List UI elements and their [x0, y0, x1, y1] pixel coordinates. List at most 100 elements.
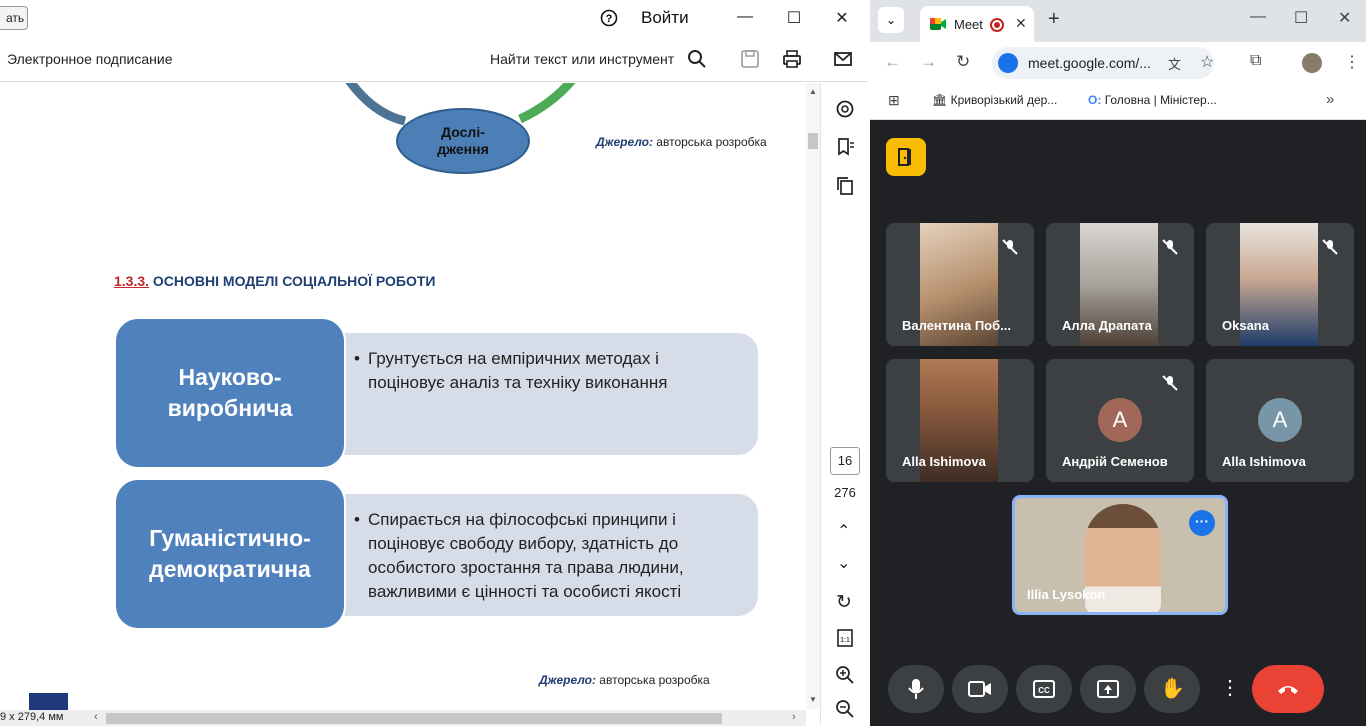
mail-icon[interactable]: [832, 48, 854, 70]
camera-button[interactable]: [952, 665, 1008, 713]
more-bookmarks-icon[interactable]: »: [1326, 91, 1334, 108]
source-caption-bottom: Джерело: авторська розробка: [539, 673, 710, 687]
profile-avatar[interactable]: [1302, 53, 1322, 73]
next-page-icon[interactable]: ⌄: [837, 553, 850, 573]
menu-icon[interactable]: ⋮: [1344, 52, 1360, 72]
tab-search-icon[interactable]: ⌄: [878, 7, 904, 33]
camera-icon: [968, 681, 991, 697]
captions-icon: CC: [1033, 680, 1055, 698]
back-icon[interactable]: ←: [884, 52, 901, 72]
participant-tile[interactable]: Oksana: [1206, 223, 1354, 346]
print-icon[interactable]: [781, 48, 803, 70]
participant-avatar: A: [1098, 398, 1142, 442]
bookmark-label: Головна | Міністер...: [1104, 93, 1217, 107]
search-icon[interactable]: [686, 48, 708, 70]
site-info-icon[interactable]: [998, 53, 1018, 73]
chrome-window: ⌄ Meet ✕ + — ☐ ✕ ← → ↻ meet.google.com/.…: [870, 0, 1366, 726]
page-number-input[interactable]: 16: [830, 447, 860, 475]
scroll-right-icon[interactable]: ›: [792, 711, 796, 723]
self-name: Illia Lysokon: [1027, 587, 1106, 602]
rotate-icon[interactable]: ↻: [836, 591, 852, 614]
horizontal-scroll-thumb[interactable]: [106, 713, 722, 724]
call-controls: CC ✋ ⋮: [870, 661, 1366, 721]
comment-icon[interactable]: [835, 99, 855, 119]
more-options-icon[interactable]: ···: [1189, 510, 1215, 536]
zoom-in-icon[interactable]: [835, 665, 855, 685]
pdf-title-bar: ать ? Войти — ☐ ✕: [0, 0, 868, 36]
chrome-maximize-icon[interactable]: ☐: [1294, 8, 1308, 28]
help-icon[interactable]: ?: [600, 9, 618, 27]
maximize-icon[interactable]: ☐: [784, 8, 804, 28]
model-desc-text: Грунтується на емпіричних методах і поці…: [368, 349, 668, 392]
svg-text:CC: CC: [1038, 686, 1050, 695]
scroll-left-icon[interactable]: ‹: [94, 711, 98, 723]
model-desc-1: • Грунтується на емпіричних методах і поц…: [340, 331, 760, 457]
meet-logo-icon: [930, 18, 946, 30]
new-tab-icon[interactable]: +: [1048, 8, 1060, 31]
scroll-up-icon[interactable]: ▲: [809, 87, 817, 96]
forward-icon[interactable]: →: [920, 52, 937, 72]
model-name-2: Гуманістично- демократична: [116, 480, 344, 628]
top-button[interactable]: ать: [0, 6, 28, 30]
translate-icon[interactable]: 文: [1168, 54, 1181, 73]
pdf-viewer-window: ать ? Войти — ☐ ✕ Электронное подписание…: [0, 0, 868, 726]
bookmarks-bar: ⊞ 🏛 Криворізький дер... O: Головна | Мін…: [870, 84, 1366, 120]
source-label: Джерело:: [596, 135, 653, 149]
star-icon[interactable]: ☆: [1200, 52, 1214, 72]
apps-icon[interactable]: ⊞: [888, 92, 900, 109]
host-controls-button[interactable]: [886, 138, 926, 176]
close-icon[interactable]: ✕: [832, 8, 852, 28]
participant-tile[interactable]: Валентина Поб...: [886, 223, 1034, 346]
participant-tile[interactable]: Alla Ishimova: [886, 359, 1034, 482]
find-tool[interactable]: Найти текст или инструмент: [490, 51, 674, 67]
participant-name: Alla Ishimova: [1222, 454, 1306, 469]
pdf-toolbar: Электронное подписание Найти текст или и…: [0, 36, 868, 82]
self-view-tile[interactable]: ··· Illia Lysokon: [1012, 495, 1228, 615]
copy-pages-icon[interactable]: [835, 176, 855, 196]
reload-icon[interactable]: ↻: [956, 52, 970, 72]
research-node: Дослі- дження: [396, 108, 530, 174]
url-text: meet.google.com/...: [1028, 55, 1151, 71]
door-icon: [898, 148, 911, 166]
vertical-scrollbar[interactable]: ▲ ▼: [806, 83, 820, 710]
section-number: 1.3.3.: [114, 273, 150, 289]
participant-tile[interactable]: A Андрій Семенов: [1046, 359, 1194, 482]
research-node-label: Дослі- дження: [437, 124, 489, 157]
model-desc-text: Спирається на філософські принципи і поц…: [368, 510, 684, 601]
model-name-1: Науково- виробнича: [116, 319, 344, 467]
bookmark-2[interactable]: O: Головна | Міністер...: [1088, 93, 1217, 107]
end-call-button[interactable]: [1252, 665, 1324, 713]
present-button[interactable]: [1080, 665, 1136, 713]
esign-tool[interactable]: Электронное подписание: [7, 51, 173, 67]
participant-tile[interactable]: Алла Драпата: [1046, 223, 1194, 346]
recording-icon: [990, 18, 1004, 32]
scroll-down-icon[interactable]: ▼: [809, 695, 817, 704]
prev-page-icon[interactable]: ⌃: [837, 521, 850, 541]
bookmark-1[interactable]: 🏛 Криворізький дер...: [932, 93, 1057, 107]
extensions-icon[interactable]: ⧉: [1250, 52, 1261, 70]
participant-tile[interactable]: A Alla Ishimova: [1206, 359, 1354, 482]
model-name-text: Науково- виробнича: [167, 364, 293, 421]
captions-button[interactable]: CC: [1016, 665, 1072, 713]
chrome-close-icon[interactable]: ✕: [1338, 8, 1351, 28]
tab-close-icon[interactable]: ✕: [1015, 15, 1027, 32]
mic-button[interactable]: [888, 665, 944, 713]
muted-mic-icon: [1160, 237, 1180, 257]
scroll-thumb[interactable]: [808, 133, 818, 149]
signin-button[interactable]: Войти: [641, 8, 689, 28]
fit-page-icon[interactable]: 1:1: [835, 628, 855, 648]
chrome-minimize-icon[interactable]: —: [1250, 8, 1266, 26]
minimize-icon[interactable]: —: [735, 8, 755, 26]
hangup-icon: [1278, 686, 1298, 694]
more-menu-icon[interactable]: ⋮: [1220, 675, 1240, 700]
raise-hand-button[interactable]: ✋: [1144, 665, 1200, 713]
participant-name: Валентина Поб...: [902, 318, 1011, 333]
save-icon[interactable]: [739, 48, 761, 70]
source-caption-top: Джерело: авторська розробка: [596, 135, 767, 149]
bookmark-list-icon[interactable]: [835, 137, 855, 157]
zoom-out-icon[interactable]: [835, 699, 855, 719]
right-tool-panel: 16 276 ⌃ ⌄ ↻ 1:1: [820, 83, 868, 726]
page-logo-block: [29, 693, 68, 710]
document-page: Дослі- дження Джерело: авторська розробк…: [0, 83, 806, 710]
tab-meet[interactable]: Meet ✕: [920, 6, 1034, 42]
